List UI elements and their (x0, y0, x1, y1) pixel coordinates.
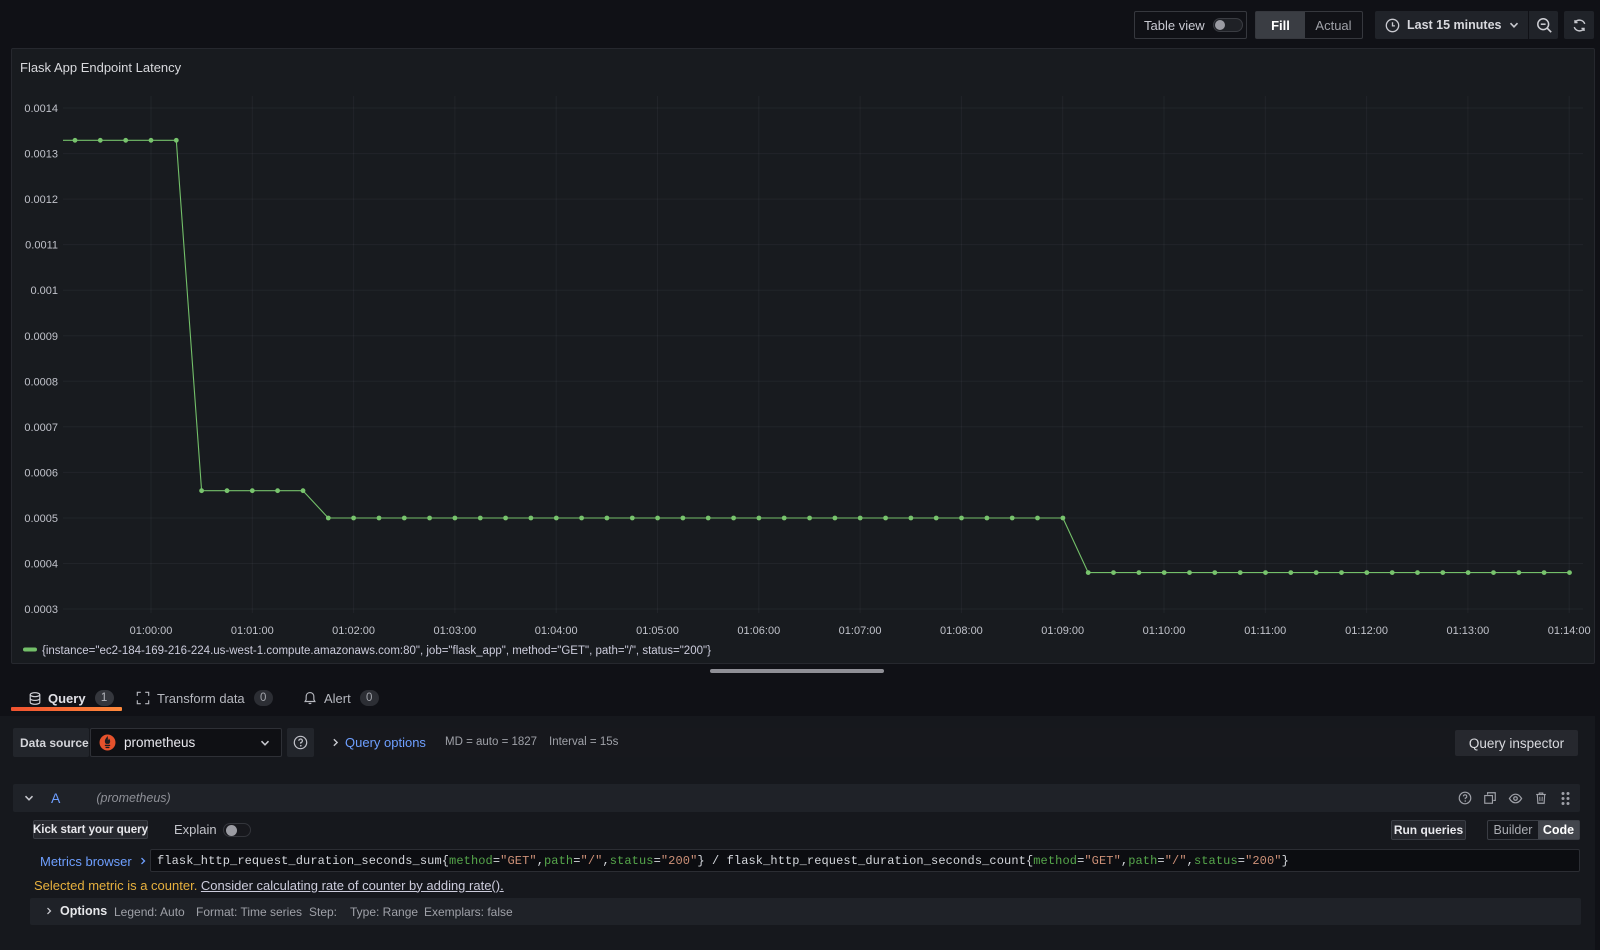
svg-text:{instance="ec2-184-169-216-224: {instance="ec2-184-169-216-224.us-west-1… (42, 645, 711, 657)
svg-text:01:01:00: 01:01:00 (231, 625, 274, 637)
svg-text:01:02:00: 01:02:00 (332, 625, 375, 637)
svg-text:0.0009: 0.0009 (24, 331, 58, 343)
svg-text:01:12:00: 01:12:00 (1345, 625, 1388, 637)
svg-text:0.0007: 0.0007 (24, 422, 58, 434)
svg-text:0.0008: 0.0008 (24, 376, 58, 388)
svg-text:0.001: 0.001 (30, 285, 58, 297)
svg-text:01:11:00: 01:11:00 (1244, 625, 1286, 637)
svg-text:01:03:00: 01:03:00 (433, 625, 476, 637)
svg-text:01:05:00: 01:05:00 (636, 625, 679, 637)
svg-text:0.0013: 0.0013 (24, 149, 58, 161)
svg-text:0.0003: 0.0003 (24, 604, 58, 616)
svg-text:01:14:00: 01:14:00 (1548, 625, 1591, 637)
svg-text:01:06:00: 01:06:00 (737, 625, 780, 637)
svg-text:01:00:00: 01:00:00 (130, 625, 173, 637)
svg-text:01:10:00: 01:10:00 (1143, 625, 1186, 637)
svg-text:01:08:00: 01:08:00 (940, 625, 983, 637)
svg-text:0.0006: 0.0006 (24, 467, 58, 479)
svg-text:0.0012: 0.0012 (24, 194, 58, 206)
svg-text:0.0005: 0.0005 (24, 513, 58, 525)
svg-text:0.0004: 0.0004 (24, 559, 58, 571)
svg-text:0.0011: 0.0011 (25, 240, 58, 252)
svg-text:01:13:00: 01:13:00 (1446, 625, 1489, 637)
svg-text:01:04:00: 01:04:00 (535, 625, 578, 637)
svg-text:0.0014: 0.0014 (24, 103, 58, 115)
svg-text:01:09:00: 01:09:00 (1041, 625, 1084, 637)
svg-text:01:07:00: 01:07:00 (839, 625, 882, 637)
